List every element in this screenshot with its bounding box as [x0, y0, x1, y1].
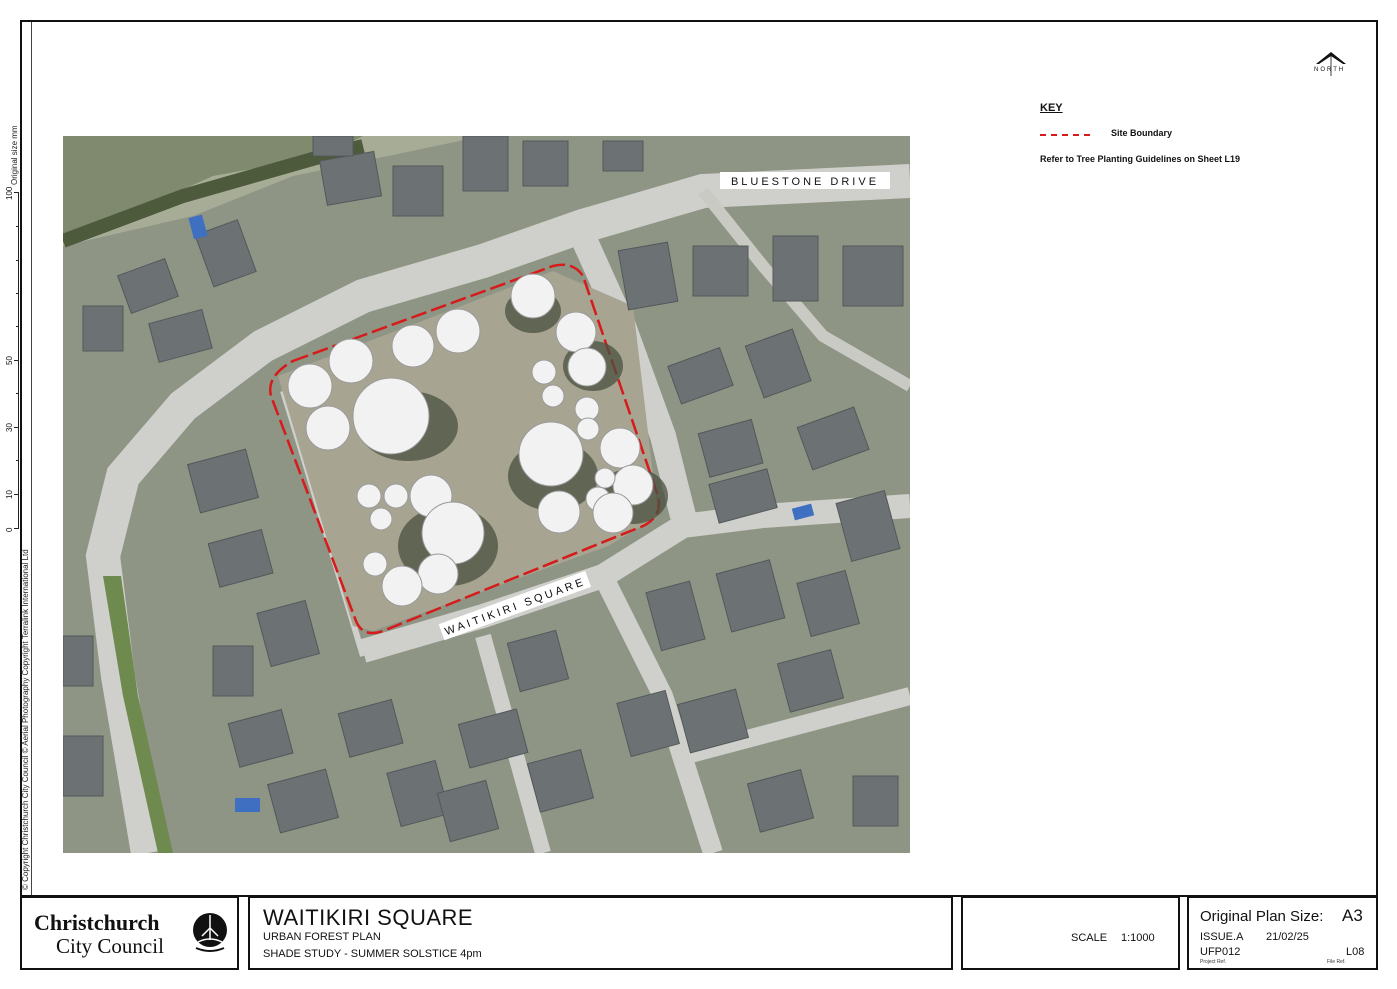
map-key: KEY Site Boundary Refer to Tree Planting… — [1040, 102, 1340, 164]
ruler-label-0: 0 — [5, 527, 14, 532]
project-ref-caption: Project Ref. — [1200, 959, 1227, 965]
plan-size-value: A3 — [1342, 906, 1363, 925]
study-subtitle: SHADE STUDY - SUMMER SOLSTICE 4pm — [263, 948, 482, 960]
project-ref: UFP012 — [1200, 946, 1241, 958]
scale-label: SCALE — [1071, 932, 1108, 944]
scale-value: 1:1000 — [1121, 932, 1155, 944]
logo-line2: City Council — [56, 934, 164, 958]
left-margin-line — [31, 22, 32, 895]
key-item-site-boundary: Site Boundary — [1040, 126, 1340, 144]
council-emblem-icon — [192, 910, 228, 954]
ruler-label-100: 100 — [5, 186, 14, 200]
project-title: WAITIKIRI SQUARE — [263, 905, 474, 930]
logo-panel: Christchurch City Council — [20, 896, 239, 970]
file-ref: L08 — [1346, 946, 1365, 958]
key-title: KEY — [1040, 102, 1063, 114]
aerial-map: BLUESTONE DRIVE WAITIKIRI SQUARE — [63, 136, 910, 853]
logo-line1: Christchurch — [34, 910, 160, 935]
road-label-bluestone: BLUESTONE DRIVE — [731, 176, 879, 188]
plan-size-label: Original Plan Size: — [1200, 908, 1324, 925]
dashed-line-icon — [1040, 134, 1090, 136]
ruler-label-50: 50 — [5, 356, 14, 365]
file-ref-caption: File Ref. — [1327, 959, 1346, 965]
issue-label: ISSUE.A — [1200, 931, 1244, 943]
key-item-label: Site Boundary — [1111, 128, 1173, 138]
north-label: NORTH — [1314, 67, 1346, 73]
issue-date: 21/02/25 — [1266, 931, 1309, 943]
plan-info-panel: Original Plan Size: A3 ISSUE.A 21/02/25 … — [1187, 896, 1378, 970]
scale-panel: SCALE 1:1000 — [961, 896, 1180, 970]
title-panel: WAITIKIRI SQUARE URBAN FOREST PLAN SHADE… — [248, 896, 953, 970]
copyright-text: © Copyright Christchurch City Council © … — [21, 549, 30, 890]
plan-subtitle: URBAN FOREST PLAN — [263, 931, 381, 943]
ruler-caption: Original size mm — [10, 125, 19, 185]
key-note: Refer to Tree Planting Guidelines on She… — [1040, 154, 1241, 164]
ruler-label-10: 10 — [5, 490, 14, 499]
north-arrow-icon — [1312, 48, 1352, 80]
ruler-label-30: 30 — [5, 423, 14, 432]
